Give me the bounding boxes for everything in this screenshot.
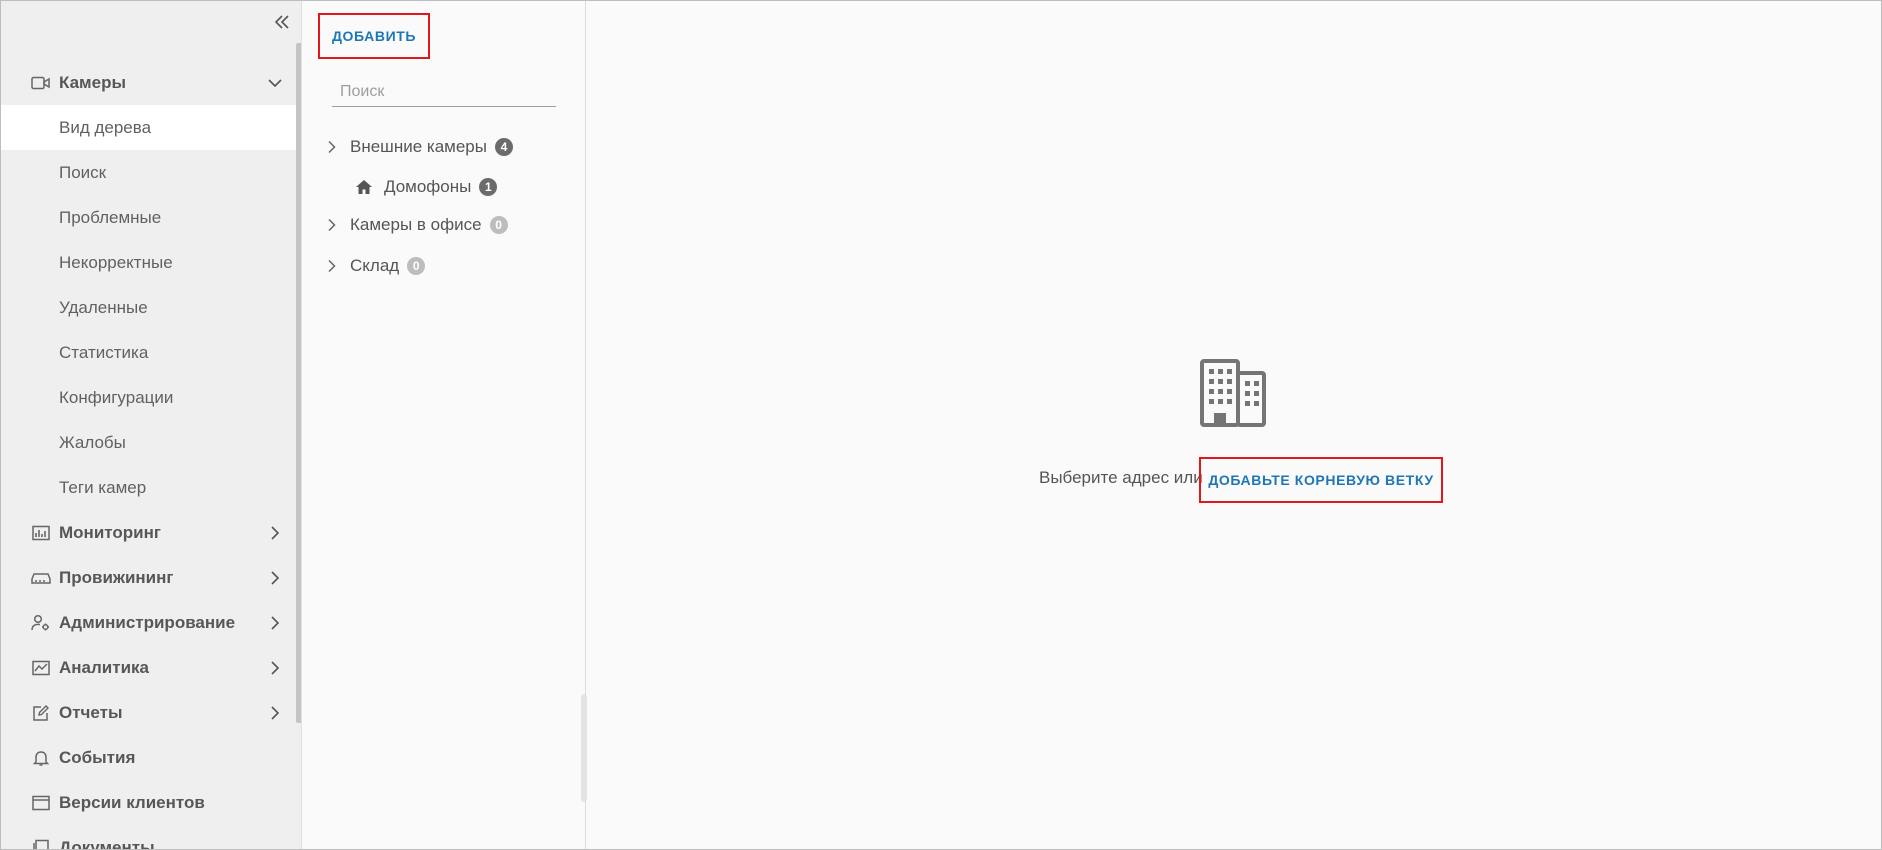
chevron-right-icon <box>265 703 285 723</box>
nav-item-camera-tags[interactable]: Теги камер <box>1 465 296 510</box>
nav-item-label: Мониторинг <box>59 522 161 542</box>
add-button[interactable]: ДОБАВИТЬ <box>318 13 430 59</box>
building-icon <box>1200 359 1266 427</box>
count-badge: 1 <box>479 178 498 196</box>
nav-item-reports[interactable]: Отчеты <box>1 690 296 735</box>
nav-item-label: Версии клиентов <box>59 792 205 812</box>
tree-node-warehouse[interactable]: Склад 0 <box>322 251 426 281</box>
nav-item-administration[interactable]: Администрирование <box>1 600 296 645</box>
nav-item-label: События <box>59 747 136 767</box>
nav-item-label: Теги камер <box>59 477 147 497</box>
nav-item-label: Поиск <box>59 162 107 182</box>
nav-item-analytics[interactable]: Аналитика <box>1 645 296 690</box>
nav-item-configurations[interactable]: Конфигурации <box>1 375 296 420</box>
chevron-right-icon[interactable] <box>322 137 342 157</box>
tree-panel: ДОБАВИТЬ Внешние камеры 4 Домофоны 1 Кам… <box>302 1 587 849</box>
chevron-right-icon[interactable] <box>322 256 342 276</box>
tree-node-label: Внешние камеры <box>350 137 487 156</box>
nav-item-provisioning[interactable]: Провижининг <box>1 555 296 600</box>
tree-node-office-cameras[interactable]: Камеры в офисе 0 <box>322 210 508 240</box>
nav-item-search[interactable]: Поиск <box>1 150 296 195</box>
chevron-down-icon <box>265 73 285 93</box>
nav-item-problematic[interactable]: Проблемные <box>1 195 296 240</box>
tree-node-external-cameras[interactable]: Внешние камеры 4 <box>322 132 513 162</box>
camera-icon <box>31 73 51 93</box>
chart-icon <box>31 523 51 543</box>
chevron-right-icon <box>265 613 285 633</box>
router-icon <box>31 568 51 588</box>
sidebar: Камеры Вид дерева Поиск Проблемные Некор… <box>1 1 302 849</box>
tree-node-label: Камеры в офисе <box>350 215 482 234</box>
nav-item-cameras[interactable]: Камеры <box>1 60 296 105</box>
count-badge: 0 <box>489 216 508 234</box>
chevron-right-icon <box>265 568 285 588</box>
nav-item-monitoring[interactable]: Мониторинг <box>1 510 296 555</box>
user-settings-icon <box>31 613 51 633</box>
home-icon <box>354 177 374 197</box>
main-content: Выберите адрес или ДОБАВЬТЕ КОРНЕВУЮ ВЕТ… <box>587 1 1881 849</box>
chevron-right-icon <box>265 658 285 678</box>
nav-item-label: Вид дерева <box>59 117 152 137</box>
nav-item-incorrect[interactable]: Некорректные <box>1 240 296 285</box>
nav-item-label: Провижининг <box>59 567 174 587</box>
nav-item-documents[interactable]: Документы <box>1 825 296 849</box>
nav-item-label: Конфигурации <box>59 387 174 407</box>
nav-item-label: Удаленные <box>59 297 148 317</box>
nav-item-label: Некорректные <box>59 252 173 272</box>
nav-item-label: Статистика <box>59 342 149 362</box>
nav-item-events[interactable]: События <box>1 735 296 780</box>
tree-search-input[interactable] <box>332 77 556 107</box>
tree-node-intercoms[interactable]: Домофоны 1 <box>354 172 498 202</box>
nav-item-label: Жалобы <box>59 432 126 452</box>
chevron-right-icon[interactable] <box>322 215 342 235</box>
documents-icon <box>31 838 51 849</box>
add-root-branch-button[interactable]: ДОБАВЬТЕ КОРНЕВУЮ ВЕТКУ <box>1199 457 1443 503</box>
bell-icon <box>31 748 51 768</box>
nav-item-client-versions[interactable]: Версии клиентов <box>1 780 296 825</box>
empty-state-prompt: Выберите адрес или <box>1039 468 1203 487</box>
nav-item-label: Проблемные <box>59 207 162 227</box>
window-icon <box>31 793 51 813</box>
tree-node-label: Склад <box>350 256 400 275</box>
nav-item-deleted[interactable]: Удаленные <box>1 285 296 330</box>
collapse-sidebar-button[interactable] <box>269 9 295 35</box>
nav-item-complaints[interactable]: Жалобы <box>1 420 296 465</box>
double-chevron-left-icon <box>274 15 289 29</box>
nav-item-label: Камеры <box>59 72 126 92</box>
nav-item-tree-view[interactable]: Вид дерева <box>1 105 296 150</box>
analytics-icon <box>31 658 51 678</box>
nav-item-label: Администрирование <box>59 612 236 632</box>
nav-item-label: Аналитика <box>59 657 149 677</box>
chevron-right-icon <box>265 523 285 543</box>
nav-item-statistics[interactable]: Статистика <box>1 330 296 375</box>
tree-node-label: Домофоны <box>384 177 472 196</box>
nav-item-label: Отчеты <box>59 702 123 722</box>
count-badge: 4 <box>494 138 513 156</box>
edit-report-icon <box>31 703 51 723</box>
count-badge: 0 <box>407 257 426 275</box>
nav-item-label: Документы <box>59 837 155 850</box>
nav-menu: Камеры Вид дерева Поиск Проблемные Некор… <box>1 60 296 849</box>
